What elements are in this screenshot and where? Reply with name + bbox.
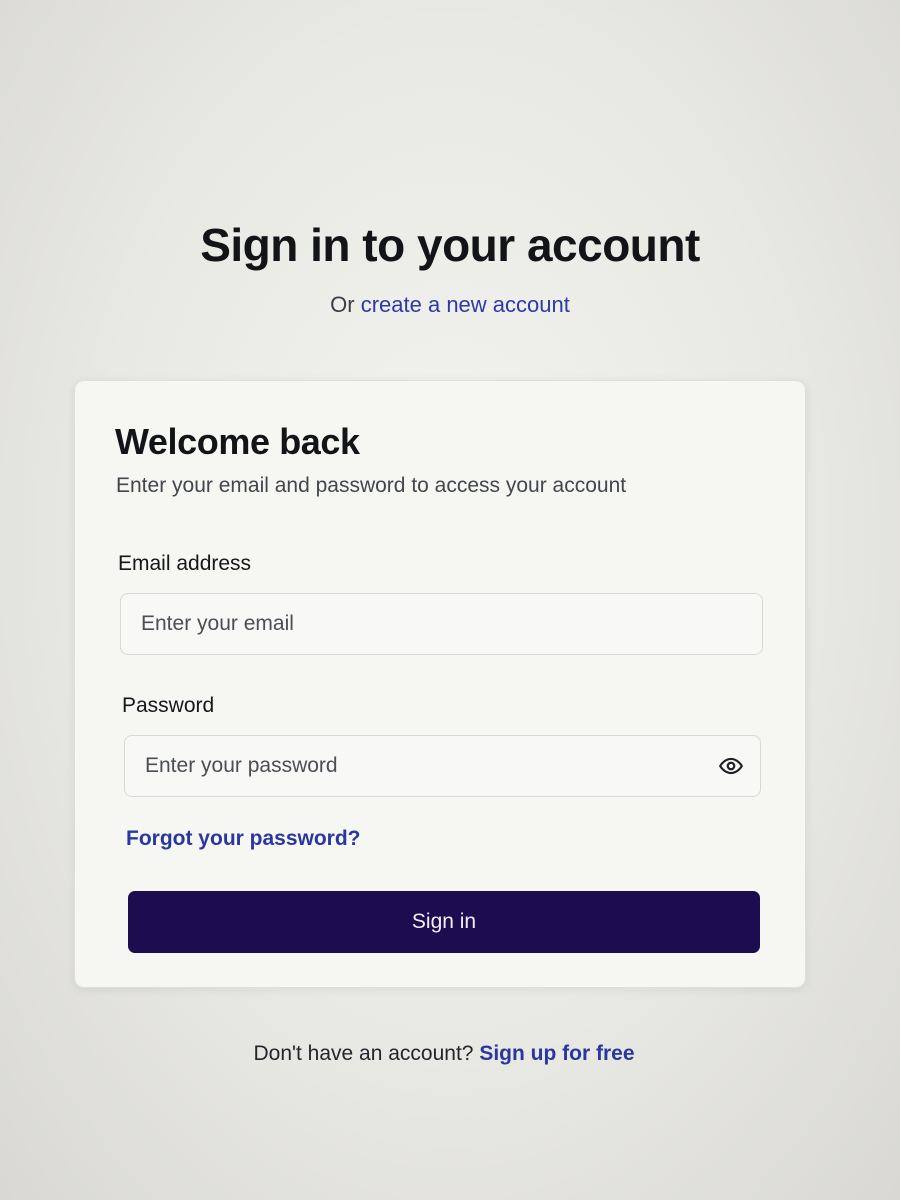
email-field-wrapper bbox=[120, 593, 763, 655]
signup-prompt: Don't have an account? Sign up for free bbox=[0, 1042, 888, 1066]
subtitle-line: Or create a new account bbox=[0, 292, 900, 318]
signup-prompt-text: Don't have an account? bbox=[253, 1042, 474, 1065]
subtitle-prefix: Or bbox=[330, 292, 355, 317]
create-account-link[interactable]: create a new account bbox=[361, 292, 570, 317]
forgot-password-link[interactable]: Forgot your password? bbox=[126, 827, 361, 851]
card-title: Welcome back bbox=[115, 421, 360, 462]
email-input[interactable] bbox=[121, 594, 762, 654]
password-field-wrapper bbox=[124, 735, 761, 797]
login-card: Welcome back Enter your email and passwo… bbox=[74, 380, 806, 988]
page-title: Sign in to your account bbox=[200, 219, 700, 271]
password-input[interactable] bbox=[125, 736, 760, 796]
card-description: Enter your email and password to access … bbox=[116, 474, 627, 497]
sign-in-button[interactable]: Sign in bbox=[128, 891, 760, 953]
email-label: Email address bbox=[118, 552, 252, 575]
password-label: Password bbox=[122, 694, 215, 717]
sign-up-link[interactable]: Sign up for free bbox=[479, 1042, 634, 1065]
eye-icon[interactable] bbox=[716, 751, 746, 781]
